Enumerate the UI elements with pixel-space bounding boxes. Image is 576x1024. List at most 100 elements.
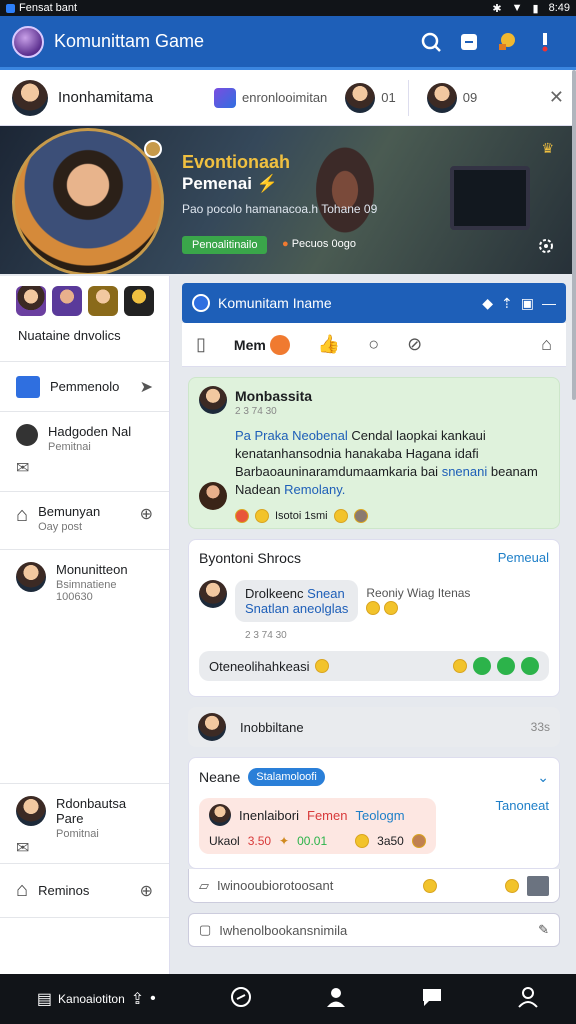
sidebar-item-hadgoden[interactable]: ✉ Hadgoden Nal Pemitnai xyxy=(0,412,169,492)
user-avatar[interactable] xyxy=(12,79,48,116)
profile-icon[interactable] xyxy=(325,986,347,1013)
banner-description: Pao pocolo hamanacoa.h Tohane 09 xyxy=(182,202,378,216)
send-icon[interactable]: ➤ xyxy=(140,377,153,397)
section-action-link[interactable]: Pemeual xyxy=(498,550,549,566)
home-icon[interactable]: ⌂ xyxy=(541,334,552,355)
section-title: Byontoni Shrocs xyxy=(199,550,301,566)
minus-icon[interactable]: — xyxy=(542,295,556,311)
face-emoji-icon xyxy=(353,509,368,523)
friend-avatar xyxy=(16,562,46,592)
composer-input-1[interactable]: ▱ Iwinooubiorotoosant xyxy=(188,869,560,903)
friend-avatar[interactable] xyxy=(16,286,46,316)
banner-subtitle-text: Pemenai xyxy=(182,174,252,193)
trophy-icon[interactable] xyxy=(488,30,526,54)
close-icon[interactable]: ✕ xyxy=(549,87,564,108)
post-author-avatar[interactable] xyxy=(199,386,227,414)
gear-icon[interactable] xyxy=(536,236,556,261)
alert-icon[interactable] xyxy=(526,31,564,53)
profile-chip-3[interactable]: 09 xyxy=(426,82,477,113)
compass-icon[interactable] xyxy=(230,986,252,1013)
nav-menu-label: Kanoaiotiton xyxy=(58,992,125,1006)
commenter-avatar xyxy=(198,713,226,741)
tag-icon[interactable]: ◆ xyxy=(482,295,493,312)
check-icon[interactable] xyxy=(473,657,491,675)
check-icon[interactable] xyxy=(521,657,539,675)
chat-bubble-icon[interactable] xyxy=(421,986,443,1013)
friend-avatar xyxy=(426,82,457,113)
status-time: 8:49 xyxy=(548,2,570,14)
feed-post[interactable]: Monbassita 2 3 74 30 Pa Praka Neobenal C… xyxy=(188,377,560,529)
profile-chip-1[interactable]: enronlooimitan xyxy=(214,87,327,108)
chat-icon: ▱ xyxy=(199,877,209,893)
friend-avatar[interactable] xyxy=(88,286,118,316)
commenter-avatar[interactable] xyxy=(199,580,227,608)
sidebar-item-sub: Oay post xyxy=(38,521,83,533)
sidebar-item-bemunyan[interactable]: ⌂ Bemunyan Oay post ⊕ xyxy=(0,492,169,550)
check-icon[interactable] xyxy=(497,657,515,675)
post-reactions[interactable]: Isotoi 1smi xyxy=(235,509,549,523)
link-icon[interactable]: ⊘ xyxy=(407,334,422,355)
sidebar-item-monunitteon[interactable]: Monunitteon Bsimnatiene 100630 xyxy=(0,550,169,784)
notification-badge xyxy=(269,334,290,355)
reply-row[interactable]: Oteneolihahkeasi xyxy=(199,651,549,681)
stat-right: 3a50 xyxy=(377,834,404,848)
tab-mem[interactable]: Mem xyxy=(234,334,290,355)
sidebar-item-label: Reminos xyxy=(38,883,90,898)
heart-emoji-icon xyxy=(235,509,249,523)
smile-emoji-icon xyxy=(383,600,398,615)
share-icon[interactable]: ⇪ xyxy=(131,989,144,1009)
sidebar-item-label: Pemmenolo xyxy=(50,379,120,394)
message-icon[interactable] xyxy=(450,32,488,52)
composer-placeholder: Iwinooubiorotoosant xyxy=(217,878,334,893)
app-icon xyxy=(214,87,236,108)
book-icon[interactable]: ▯ xyxy=(196,334,206,355)
comment-text: Inobbiltane xyxy=(240,719,304,735)
friend-avatar[interactable] xyxy=(124,286,154,316)
sidebar-item-label: Monunitteon xyxy=(56,562,128,577)
globe-icon[interactable]: ⊕ xyxy=(140,504,153,524)
pencil-icon[interactable]: ✎ xyxy=(538,922,549,938)
chat-icon[interactable]: ▣ xyxy=(521,295,534,312)
search-icon[interactable] xyxy=(412,31,450,53)
globe-icon[interactable]: ⊕ xyxy=(140,881,153,901)
dropdown-icon[interactable] xyxy=(527,875,549,896)
nav-menu[interactable]: ▤ Kanoaiotiton ⇪ • xyxy=(37,989,156,1009)
member-tag-blue: Teologm xyxy=(355,807,405,823)
post-body-highlight: Remolany. xyxy=(284,482,346,497)
commenter-avatar[interactable] xyxy=(199,482,227,510)
profile-chip-2[interactable]: 01 xyxy=(345,82,396,113)
like-icon[interactable]: 👍 xyxy=(318,334,340,355)
crown-icon[interactable]: ♛ xyxy=(541,140,554,157)
chip-2-value: 01 xyxy=(381,90,396,105)
share-icon[interactable]: ⇡ xyxy=(501,295,513,312)
wifi-icon: ▼ xyxy=(511,2,523,14)
lightning-icon: ⚡ xyxy=(256,174,278,193)
chevron-down-icon[interactable]: ⌄ xyxy=(537,769,549,786)
section-action-link[interactable]: Tanoneat xyxy=(496,798,550,813)
hero-avatar[interactable] xyxy=(12,128,164,274)
app-logo-avatar[interactable] xyxy=(12,25,44,58)
banner-action-button[interactable]: Penoalitinailo xyxy=(182,236,268,254)
scrollbar[interactable] xyxy=(572,70,576,400)
sidebar-item-rdonbautsa[interactable]: ✉ Rdonbautsa Pare Pomitnai xyxy=(0,784,169,864)
banner-screen-decoration xyxy=(450,166,530,230)
comment-icon[interactable]: ○ xyxy=(368,334,379,355)
friend-avatar[interactable] xyxy=(52,286,82,316)
member-tag-red: Femen xyxy=(307,807,348,823)
reply-text: Oteneolihahkeasi xyxy=(209,658,310,674)
status-badge[interactable]: Stalamoloofi xyxy=(248,768,325,786)
post-time: 2 3 74 30 xyxy=(235,406,277,417)
member-avatar xyxy=(209,804,231,826)
sidebar-item-pemmenolo[interactable]: Pemmenolo ➤ xyxy=(0,362,169,412)
account-icon[interactable] xyxy=(517,986,539,1013)
smile-emoji-icon xyxy=(255,509,269,523)
dog-emoji-icon xyxy=(411,834,426,848)
member-card[interactable]: Inenlaibori Femen Teologm Ukaol 3.50 ✦ 00.01 3… xyxy=(199,798,436,854)
sidebar-item-reminos[interactable]: ⌂ Reminos ⊕ xyxy=(0,864,169,918)
smile-emoji-icon xyxy=(505,878,519,893)
comment-row[interactable]: Inobbiltane 33s xyxy=(188,707,560,747)
sparkle-icon: ✦ xyxy=(279,834,290,848)
comment-bubble[interactable]: Drolkeenc Snean Snatlan aneolglas xyxy=(235,580,359,622)
composer-input-2[interactable]: ▢ Iwhenolbookansnimila ✎ xyxy=(188,913,560,947)
banner-link[interactable]: ● Pecuos 0ogo xyxy=(282,238,356,250)
